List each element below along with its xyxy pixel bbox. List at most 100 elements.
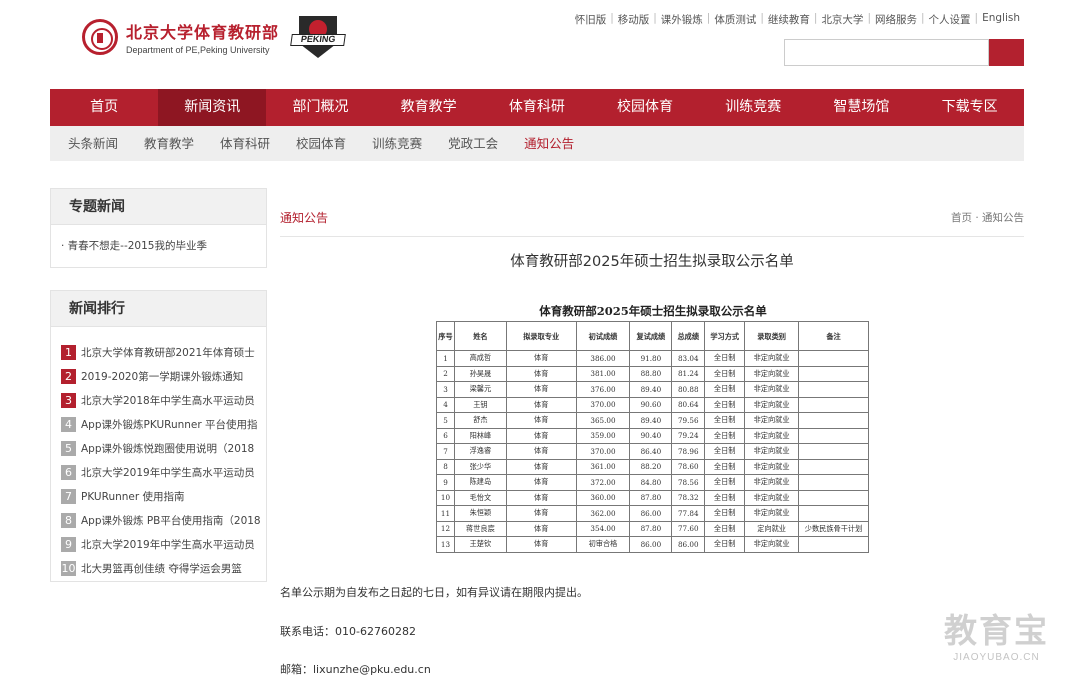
news-ranking-item[interactable]: 7 PKURunner 使用指南 [61,484,266,508]
special-news-title: 专题新闻 [51,189,266,225]
top-link[interactable]: 网络服务 [871,12,921,27]
main-nav-item[interactable]: 智慧场馆 [807,89,915,126]
main-nav-item[interactable]: 首页 [50,89,158,126]
main-nav-item[interactable]: 下载专区 [916,89,1024,126]
news-ranking-item[interactable]: 9 北京大学2019年中学生高水平运动员 [61,532,266,556]
news-ranking-box: 新闻排行 1 北京大学体育教研部2021年体育硕士 2 2019-2020第一学期课外… [50,290,267,582]
news-ranking-item[interactable]: 1 北京大学体育教研部2021年体育硕士 [61,340,266,364]
table-row: 12 蒋世良宸 体育 354.00 87.80 77.60 全日制 定向就业 少数民族骨干计划 [436,520,869,537]
table-cell: 非定向就业 [744,536,800,553]
table-cell: 89.40 [629,412,673,429]
table-cell: 体育 [505,443,577,460]
table-cell: 362.00 [575,505,631,522]
table-cell: 全日制 [704,412,746,429]
table-row: 6 阳林峰 体育 359.00 90.40 79.24 全日制 非定向就业 [436,427,869,444]
watermark-cn: 教育宝 [944,611,1049,650]
table-cell: 体育 [505,474,577,491]
table-cell: 86.00 [629,505,673,522]
news-ranking-item[interactable]: 3 北京大学2018年中学生高水平运动员 [61,388,266,412]
table-cell: 体育 [505,350,577,367]
section-title: 通知公告 [280,211,329,225]
top-link[interactable]: 个人设置 [925,12,975,27]
table-cell: 全日制 [704,520,746,537]
main-nav-item[interactable]: 体育科研 [483,89,591,126]
table-cell: 定向就业 [744,520,800,537]
table-header-cell: 录取类别 [744,321,800,351]
watermark-en: JIAOYUBAO.CN [953,652,1040,663]
table-cell: 孙昊晟 [453,365,507,382]
main-nav-item[interactable]: 新闻资讯 [158,89,267,126]
sub-nav-item[interactable]: 校园体育 [296,126,346,161]
main-nav-item[interactable]: 校园体育 [591,89,699,126]
table-cell: 朱恒颖 [453,505,507,522]
sub-nav-item[interactable]: 训练竞赛 [372,126,422,161]
news-ranking-item[interactable]: 5 App课外锻炼悦跑圈使用说明（2018 [61,436,266,460]
top-link[interactable]: 移动版 [614,12,654,27]
logo-en: Department of PE,Peking University [126,45,270,55]
top-link[interactable]: 继续教育 [764,12,814,27]
main-nav-item[interactable]: 训练竞赛 [699,89,807,126]
sub-nav-item[interactable]: 体育科研 [220,126,270,161]
table-cell: 87.80 [629,520,673,537]
table-row: 2 孙昊晟 体育 381.00 88.80 81.24 全日制 非定向就业 [436,365,869,382]
rank-title: PKURunner 使用指南 [81,490,185,503]
breadcrumb[interactable]: 首页 · 通知公告 [951,210,1024,225]
notice-text: 名单公示期为自发布之日起的七日，如有异议请在期限内提出。 [280,586,588,599]
rank-title: App课外锻炼悦跑圈使用说明（2018 [81,442,255,455]
search-input[interactable] [784,39,989,66]
table-cell: 梁馨元 [453,381,507,398]
table-cell: 91.80 [629,350,673,367]
logo-text: 北京大学体育教研部 Department of PE,Peking Univer… [126,19,279,55]
table-row: 3 梁馨元 体育 376.00 89.40 80.88 全日制 非定向就业 [436,381,869,398]
table-cell: 非定向就业 [744,474,800,491]
top-link[interactable]: 课外锻炼 [657,12,707,27]
table-header-cell: 总成绩 [671,321,706,351]
table-cell: 78.60 [671,458,706,475]
news-ranking-item[interactable]: 2 2019-2020第一学期课外锻炼通知 [61,364,266,388]
table-cell [798,350,869,367]
news-ranking-item[interactable]: 6 北京大学2019年中学生高水平运动员 [61,460,266,484]
table-cell: 2 [436,365,455,382]
main-nav-item[interactable]: 教育教学 [375,89,483,126]
top-link[interactable]: English [978,12,1024,27]
sub-nav-item[interactable]: 通知公告 [524,126,574,161]
search-button[interactable] [989,39,1024,66]
table-cell: 体育 [505,520,577,537]
table-cell: 1 [436,350,455,367]
email-text: 邮箱：lixunzhe@pku.edu.cn [280,663,431,676]
top-link[interactable]: 怀旧版 [571,12,611,27]
sub-nav-item[interactable]: 头条新闻 [68,126,118,161]
table-cell: 354.00 [575,520,631,537]
table-cell: 体育 [505,505,577,522]
top-link[interactable]: 体质测试 [710,12,760,27]
table-cell: 非定向就业 [744,443,800,460]
table-cell: 高成哲 [453,350,507,367]
rank-title: 北京大学2019年中学生高水平运动员 [81,538,255,551]
table-cell: 9 [436,474,455,491]
table-cell [798,443,869,460]
news-ranking-item[interactable]: 10 北大男篮再创佳绩 夺得学运会男篮 [61,556,266,580]
table-cell: 非定向就业 [744,350,800,367]
table-header-cell: 备注 [798,321,869,351]
table-cell: 毛怡文 [453,489,507,506]
news-ranking-item[interactable]: 8 App课外锻炼 PB平台使用指南（2018 [61,508,266,532]
rank-title: 北京大学2018年中学生高水平运动员 [81,394,255,407]
special-news-box: 专题新闻 · 青春不想走--2015我的毕业季 [50,188,267,268]
table-cell: 非定向就业 [744,427,800,444]
sub-nav-item[interactable]: 教育教学 [144,126,194,161]
table-cell: 86.40 [629,443,673,460]
site-logo[interactable]: 北京大学体育教研部 Department of PE,Peking Univer… [82,16,346,58]
top-link[interactable]: 北京大学 [817,12,867,27]
rank-number: 9 [61,536,76,552]
table-cell: 78.56 [671,474,706,491]
rank-number: 6 [61,464,76,480]
table-cell: 体育 [505,365,577,382]
table-cell: 非定向就业 [744,381,800,398]
sub-nav-item[interactable]: 党政工会 [448,126,498,161]
table-cell: 370.00 [575,396,631,413]
special-news-item[interactable]: · 青春不想走--2015我的毕业季 [51,225,266,253]
news-ranking-item[interactable]: 4 App课外锻炼PKURunner 平台使用指 [61,412,266,436]
main-nav-item[interactable]: 部门概况 [266,89,374,126]
table-cell: 86.00 [629,536,673,553]
table-cell: 88.80 [629,365,673,382]
